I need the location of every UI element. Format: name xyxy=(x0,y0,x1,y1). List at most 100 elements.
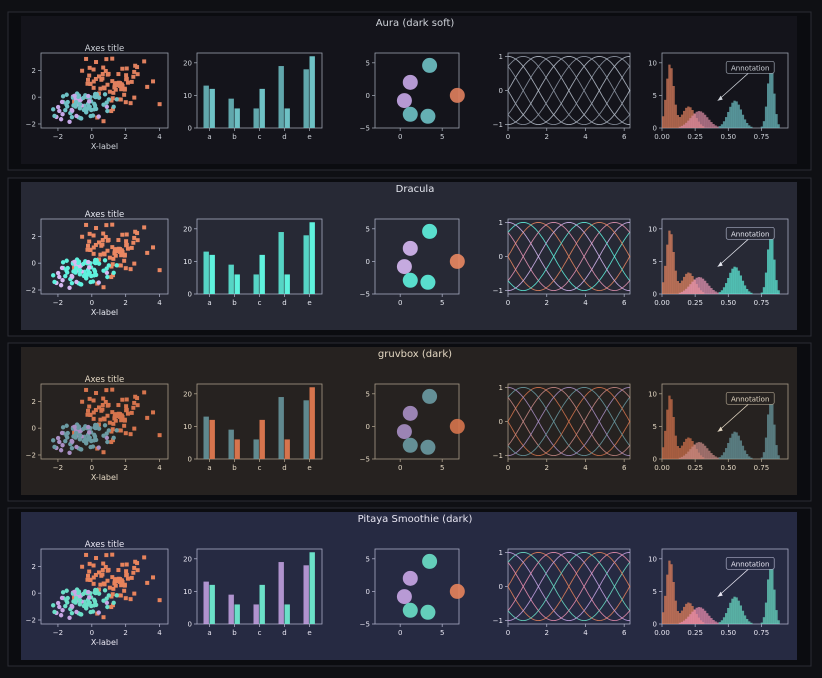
scatter-point-square xyxy=(135,238,140,243)
scatter-point-circle xyxy=(72,93,77,99)
scatter-point-square xyxy=(88,412,93,417)
scatter-point-square xyxy=(87,65,92,70)
scatter-point-circle xyxy=(83,605,89,610)
scatter-point-circle xyxy=(58,448,64,453)
hist-bin xyxy=(678,283,682,294)
hist-bin xyxy=(716,622,719,624)
scatter-point-circle xyxy=(114,97,119,102)
scatter-point-square xyxy=(107,585,112,590)
scatter-title: Axes title xyxy=(85,44,125,54)
scatter-point-square xyxy=(86,573,91,578)
hist-bin xyxy=(685,122,688,128)
scatter-point-circle xyxy=(93,602,99,608)
hist-bin xyxy=(762,287,766,294)
scatter-point-square xyxy=(123,431,128,436)
scatter-point-square xyxy=(104,388,109,393)
scatter-point-circle xyxy=(90,113,96,118)
bar xyxy=(259,584,265,624)
bar xyxy=(309,222,315,294)
scatter-point-square xyxy=(135,231,140,236)
scatter-point-square xyxy=(110,427,115,432)
y-tick-label: 1 xyxy=(499,549,503,557)
hist-bin xyxy=(708,119,711,128)
hist-bin xyxy=(689,614,692,624)
scatter-point-circle xyxy=(58,613,64,618)
scatter-point-circle xyxy=(106,263,112,268)
hist-bin xyxy=(771,567,774,624)
scatter-point-square xyxy=(122,423,127,428)
hist-bin xyxy=(678,117,682,128)
x-tick-label: 0.25 xyxy=(687,133,703,141)
scatter-point-square xyxy=(93,242,98,247)
scatter-point-square xyxy=(98,252,103,257)
scatter-point-circle xyxy=(81,261,86,267)
bar xyxy=(228,594,234,624)
hist-bin xyxy=(750,457,753,459)
scatter-point-square xyxy=(123,596,128,601)
hist-bin xyxy=(733,100,736,128)
scatter-point-circle xyxy=(96,114,101,119)
x-tick-label: 0.00 xyxy=(654,133,670,141)
hist-bin xyxy=(666,78,669,128)
hist-bin xyxy=(666,574,669,624)
scatter-point-square xyxy=(128,267,133,272)
x-tick-label: 0.50 xyxy=(721,299,737,307)
scatter-point-square xyxy=(122,583,127,588)
scatter-point-square xyxy=(124,239,129,244)
circle-marker xyxy=(449,87,465,103)
hist-bin xyxy=(701,112,705,128)
y-tick-label: −1 xyxy=(493,452,503,460)
style-gallery-canvas: Aura (dark soft) Axes title X-label −2 0 2 4 −2… xyxy=(7,11,812,667)
y-tick-label: −1 xyxy=(493,287,503,295)
bar xyxy=(203,581,209,624)
scatter-point-circle xyxy=(76,590,81,595)
scatter-point-square xyxy=(106,237,111,242)
bar xyxy=(203,251,209,294)
scatter-point-circle xyxy=(73,104,78,109)
y-tick-label: 20 xyxy=(183,390,192,398)
hist-bin xyxy=(743,615,747,624)
scatter-point-square xyxy=(120,397,125,402)
scatter-point-square xyxy=(93,76,98,81)
bar xyxy=(234,439,240,459)
hist-bin xyxy=(699,111,703,128)
scatter-point-circle xyxy=(79,116,84,121)
scatter-point-square xyxy=(91,233,96,238)
x-tick-label: 0.00 xyxy=(654,629,670,637)
scatter-point-circle xyxy=(70,274,75,279)
circle-marker xyxy=(402,437,418,453)
scatter-point-circle xyxy=(96,610,101,615)
scatter-point-square xyxy=(129,245,134,250)
scatter-point-circle xyxy=(58,283,64,288)
hist-bin xyxy=(714,125,717,128)
hist-bin xyxy=(691,446,694,459)
scatter-point-circle xyxy=(83,275,89,280)
circle-marker xyxy=(449,253,465,269)
scatter-point-circle xyxy=(65,595,70,601)
hist-bin xyxy=(727,442,730,459)
x-tick-label: 0.75 xyxy=(754,133,770,141)
x-tick-label: 0 xyxy=(506,299,510,307)
scatter-point-circle xyxy=(102,423,108,428)
scatter-point-square xyxy=(116,403,121,408)
row-title: gruvbox (dark) xyxy=(378,349,452,360)
scatter-point-square xyxy=(157,268,162,273)
hist-bin xyxy=(739,440,742,459)
circle-marker xyxy=(422,553,438,569)
scatter-point-square xyxy=(129,79,134,84)
scatter-point-circle xyxy=(55,270,61,276)
style-row: Dracula Axes title X-label −2 0 2 4 −2 0 2 a b c d e 0 1… xyxy=(7,177,812,337)
scatter-point-square xyxy=(109,605,114,610)
x-tick-label: 0 xyxy=(90,133,94,141)
hist-bin xyxy=(731,598,734,624)
y-tick-label: −5 xyxy=(360,125,370,133)
scatter-xlabel: X-label xyxy=(91,473,118,482)
y-tick-label: 0 xyxy=(653,621,657,629)
scatter-title: Axes title xyxy=(85,375,125,385)
hist-bin xyxy=(678,448,682,459)
scatter-point-square xyxy=(91,581,96,586)
hist-bin xyxy=(731,433,734,459)
hist-bin xyxy=(718,292,721,294)
y-tick-label: 5 xyxy=(366,59,370,67)
hist-bin xyxy=(706,283,709,294)
